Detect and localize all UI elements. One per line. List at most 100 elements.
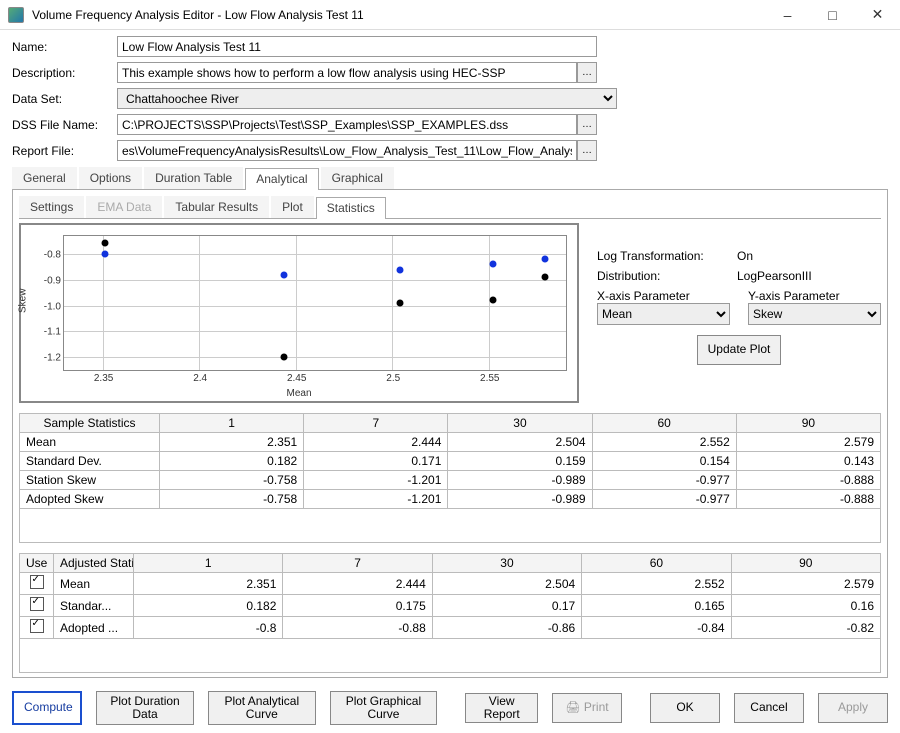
sample-statistics-table: Sample Statistics17306090 Mean2.3512.444… xyxy=(19,413,881,509)
cell-value[interactable]: 2.444 xyxy=(283,573,432,595)
table-row: Standar...0.1820.1750.170.1650.16 xyxy=(20,595,881,617)
use-checkbox[interactable] xyxy=(30,575,44,589)
table1-pad xyxy=(19,509,881,543)
cell-value: 0.154 xyxy=(592,452,736,471)
table-row: Station Skew-0.758-1.201-0.989-0.977-0.8… xyxy=(20,471,881,490)
view-report-button[interactable]: View Report xyxy=(465,693,538,723)
cell-value: -0.888 xyxy=(736,490,880,509)
compute-button[interactable]: Compute xyxy=(12,691,82,725)
subtab-tabular-results[interactable]: Tabular Results xyxy=(164,196,269,218)
xparam-select[interactable]: Mean xyxy=(597,303,730,325)
subtab-statistics[interactable]: Statistics xyxy=(316,197,386,219)
dataset-label: Data Set: xyxy=(12,92,117,106)
tab-graphical[interactable]: Graphical xyxy=(321,167,394,189)
cell-value[interactable]: -0.88 xyxy=(283,617,432,639)
row-label: Standar... xyxy=(54,595,134,617)
dataset-select[interactable]: Chattahoochee River xyxy=(117,88,617,109)
table-row: Standard Dev.0.1820.1710.1590.1540.143 xyxy=(20,452,881,471)
cell-value[interactable]: -0.84 xyxy=(582,617,731,639)
table-row: Adopted ...-0.8-0.88-0.86-0.84-0.82 xyxy=(20,617,881,639)
ytick-label: -1.1 xyxy=(44,327,61,338)
maximize-button[interactable]: □ xyxy=(810,0,855,30)
cell-value: -0.977 xyxy=(592,490,736,509)
adjusted-statistics-table: UseAdjusted Statistics17306090 Mean2.351… xyxy=(19,553,881,639)
reportfile-input[interactable] xyxy=(117,140,577,161)
table2-header-col: 7 xyxy=(283,554,432,573)
cell-value: -1.201 xyxy=(304,471,448,490)
cell-value[interactable]: 2.504 xyxy=(432,573,581,595)
cell-value: -0.758 xyxy=(160,471,304,490)
cell-value[interactable]: 0.175 xyxy=(283,595,432,617)
cell-value: 0.159 xyxy=(448,452,592,471)
plot-duration-data-button[interactable]: Plot Duration Data xyxy=(96,691,194,725)
tab-duration-table[interactable]: Duration Table xyxy=(144,167,243,189)
ytick-label: -0.9 xyxy=(44,275,61,286)
table1-header-col: 90 xyxy=(736,414,880,433)
cell-value[interactable]: -0.86 xyxy=(432,617,581,639)
row-label: Standard Dev. xyxy=(20,452,160,471)
dssfile-browse-button[interactable]: … xyxy=(577,114,597,135)
use-checkbox[interactable] xyxy=(30,597,44,611)
row-label: Mean xyxy=(54,573,134,595)
cell-value: 2.504 xyxy=(448,433,592,452)
reportfile-browse-button[interactable]: … xyxy=(577,140,597,161)
cell-value[interactable]: 0.17 xyxy=(432,595,581,617)
log-transformation-value: On xyxy=(737,249,753,263)
cell-value: 2.444 xyxy=(304,433,448,452)
chart-point xyxy=(396,299,403,306)
plot-graphical-curve-button[interactable]: Plot Graphical Curve xyxy=(330,691,438,725)
table2-header-col: 30 xyxy=(432,554,581,573)
window-title: Volume Frequency Analysis Editor - Low F… xyxy=(32,8,765,22)
cell-value[interactable]: -0.8 xyxy=(134,617,283,639)
dssfile-input[interactable] xyxy=(117,114,577,135)
print-button: 🖨 Print xyxy=(552,693,622,723)
update-plot-button[interactable]: Update Plot xyxy=(697,335,782,365)
cell-value[interactable]: 2.579 xyxy=(731,573,880,595)
cell-value[interactable]: 0.165 xyxy=(582,595,731,617)
chart-point xyxy=(489,296,496,303)
y-axis-label: Skew xyxy=(18,289,29,313)
statistics-chart: Skew Mean -0.8-0.9-1.0-1.1-1.2 2.352.42.… xyxy=(19,223,579,403)
description-input[interactable] xyxy=(117,62,577,83)
use-checkbox[interactable] xyxy=(30,619,44,633)
distribution-value: LogPearsonIII xyxy=(737,269,812,283)
cancel-button[interactable]: Cancel xyxy=(734,693,804,723)
yparam-select[interactable]: Skew xyxy=(748,303,881,325)
log-transformation-label: Log Transformation: xyxy=(597,249,737,263)
plot-analytical-curve-button[interactable]: Plot Analytical Curve xyxy=(208,691,315,725)
description-browse-button[interactable]: … xyxy=(577,62,597,83)
tab-general[interactable]: General xyxy=(12,167,77,189)
name-input[interactable] xyxy=(117,36,597,57)
ok-button[interactable]: OK xyxy=(650,693,720,723)
chart-point xyxy=(101,251,108,258)
table2-header-adj: Adjusted Statistics xyxy=(54,554,134,573)
tab-options[interactable]: Options xyxy=(79,167,142,189)
table-row: Mean2.3512.4442.5042.5522.579 xyxy=(20,573,881,595)
chart-point xyxy=(101,240,108,247)
close-button[interactable]: ✕ xyxy=(855,0,900,30)
table2-header-col: 90 xyxy=(731,554,880,573)
cell-value[interactable]: 0.182 xyxy=(134,595,283,617)
table2-header-col: 60 xyxy=(582,554,731,573)
cell-value: 2.351 xyxy=(160,433,304,452)
table2-header-use: Use xyxy=(20,554,54,573)
xparam-label: X-axis Parameter xyxy=(597,289,730,303)
chart-point xyxy=(541,256,548,263)
cell-value[interactable]: 2.351 xyxy=(134,573,283,595)
distribution-label: Distribution: xyxy=(597,269,737,283)
cell-value[interactable]: -0.82 xyxy=(731,617,880,639)
row-label: Adopted Skew xyxy=(20,490,160,509)
subtab-settings[interactable]: Settings xyxy=(19,196,84,218)
apply-button: Apply xyxy=(818,693,888,723)
cell-value: -0.977 xyxy=(592,471,736,490)
subtab-plot[interactable]: Plot xyxy=(271,196,314,218)
cell-value[interactable]: 0.16 xyxy=(731,595,880,617)
chart-point xyxy=(281,354,288,361)
x-axis-label: Mean xyxy=(286,388,311,399)
dssfile-label: DSS File Name: xyxy=(12,118,117,132)
table2-pad xyxy=(19,639,881,673)
minimize-button[interactable]: ‒ xyxy=(765,0,810,30)
cell-value[interactable]: 2.552 xyxy=(582,573,731,595)
yparam-label: Y-axis Parameter xyxy=(748,289,881,303)
tab-analytical[interactable]: Analytical xyxy=(245,168,318,190)
